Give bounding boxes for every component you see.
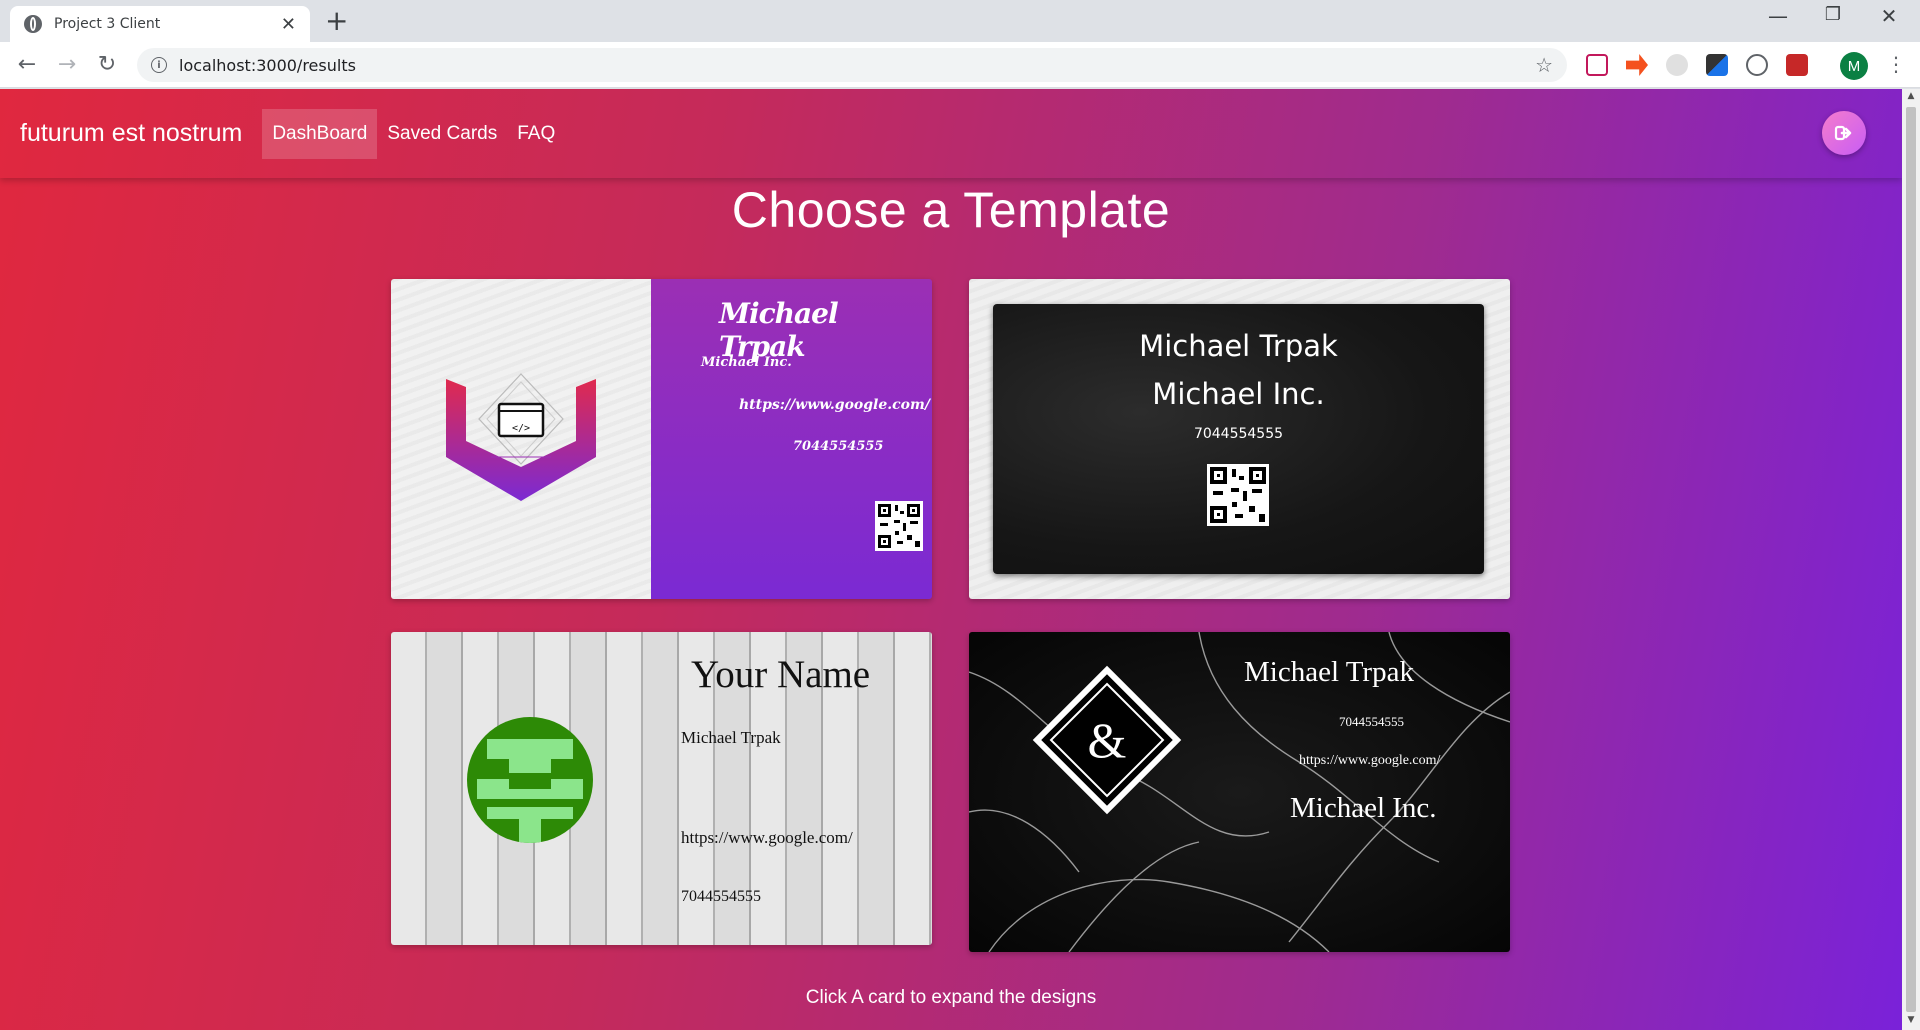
card1-logo-panel: </> bbox=[391, 279, 651, 599]
page-viewport: futurum est nostrum DashBoard Saved Card… bbox=[0, 89, 1902, 1030]
new-tab-button[interactable]: + bbox=[325, 6, 348, 36]
template-card-4[interactable]: & Michael Trpak 7044554555 https://www.g… bbox=[969, 632, 1510, 952]
tab-title: Project 3 Client bbox=[54, 16, 161, 32]
card3-name: Michael Trpak bbox=[681, 728, 781, 747]
info-icon[interactable]: i bbox=[151, 57, 167, 73]
card2-name: Michael Trpak bbox=[1139, 329, 1338, 363]
card4-monogram: & bbox=[1087, 712, 1127, 768]
card4-name: Michael Trpak bbox=[1244, 656, 1414, 688]
address-bar[interactable]: i localhost:3000/results ☆ bbox=[137, 48, 1567, 82]
minimize-button[interactable]: — bbox=[1755, 4, 1801, 28]
eyedropper-extension-icon[interactable] bbox=[1706, 54, 1728, 76]
card1-name: Michael Trpak bbox=[719, 297, 839, 363]
scroll-down-icon[interactable]: ▼ bbox=[1906, 1015, 1916, 1025]
window-close-button[interactable]: ✕ bbox=[1866, 4, 1912, 28]
card3-phone: 7044554555 bbox=[681, 888, 761, 905]
camera-extension-icon[interactable] bbox=[1666, 54, 1688, 76]
code-logo-icon: </> bbox=[446, 373, 596, 501]
template-card-3[interactable]: Your Name Michael Trpak https://www.goog… bbox=[391, 632, 932, 945]
browser-tab[interactable]: Project 3 Client ✕ bbox=[10, 6, 310, 42]
back-arrow-icon[interactable]: ← bbox=[12, 50, 42, 80]
red-extension-icon[interactable] bbox=[1786, 54, 1808, 76]
menu-kebab-icon[interactable]: ⋮ bbox=[1886, 52, 1906, 76]
card3-title: Your Name bbox=[691, 653, 871, 696]
card1-qr-code bbox=[875, 501, 923, 551]
profile-avatar[interactable]: M bbox=[1840, 52, 1868, 80]
template-card-2[interactable]: Michael Trpak Michael Inc. 7044554555 bbox=[969, 279, 1510, 599]
card1-info-panel: Michael Trpak Michael Inc. https://www.g… bbox=[651, 279, 932, 599]
card1-url: https://www.google.com/ bbox=[739, 397, 930, 413]
code-extension-icon[interactable] bbox=[1746, 54, 1768, 76]
card3-url: https://www.google.com/ bbox=[681, 828, 853, 847]
bookmark-star-icon[interactable]: ☆ bbox=[1535, 53, 1553, 77]
app-navbar: futurum est nostrum DashBoard Saved Card… bbox=[0, 89, 1902, 178]
sign-out-icon bbox=[1834, 125, 1852, 141]
brand-title[interactable]: futurum est nostrum bbox=[20, 119, 242, 148]
card1-phone: 7044554555 bbox=[793, 439, 884, 454]
nav-dashboard[interactable]: DashBoard bbox=[262, 108, 378, 159]
scroll-thumb[interactable] bbox=[1906, 107, 1916, 1012]
template-card-1[interactable]: </> Michael Trpak Michael Inc. https://w… bbox=[391, 279, 932, 599]
nav-saved-cards[interactable]: Saved Cards bbox=[377, 109, 507, 159]
pixel-avatar-icon bbox=[467, 717, 593, 843]
card2-qr-code bbox=[1207, 464, 1269, 526]
globe-icon bbox=[24, 15, 42, 33]
card1-company: Michael Inc. bbox=[701, 355, 792, 370]
url-text[interactable]: localhost:3000/results bbox=[179, 56, 1535, 75]
logout-button[interactable] bbox=[1822, 111, 1866, 155]
reload-icon[interactable]: ↻ bbox=[92, 50, 122, 80]
expand-hint: Click A card to expand the designs bbox=[805, 987, 1097, 1008]
nav-faq[interactable]: FAQ bbox=[507, 109, 565, 159]
forward-arrow-icon[interactable]: → bbox=[52, 50, 82, 80]
card4-company: Michael Inc. bbox=[1290, 792, 1437, 824]
scroll-up-icon[interactable]: ▲ bbox=[1906, 91, 1916, 101]
page-scrollbar[interactable]: ▲ ▼ bbox=[1902, 89, 1920, 1030]
tab-close-icon[interactable]: ✕ bbox=[281, 14, 296, 35]
card4-phone: 7044554555 bbox=[1339, 714, 1404, 729]
svg-text:</>: </> bbox=[512, 423, 530, 434]
browser-tab-strip: Project 3 Client ✕ + — ❐ ✕ bbox=[0, 0, 1920, 42]
card2-company: Michael Inc. bbox=[1152, 377, 1325, 411]
page-title: Choose a Template bbox=[731, 182, 1171, 238]
card2-phone: 7044554555 bbox=[1193, 426, 1284, 442]
arrow-extension-icon[interactable] bbox=[1626, 54, 1648, 76]
card4-url: https://www.google.com/ bbox=[1299, 753, 1441, 768]
pocket-extension-icon[interactable] bbox=[1586, 54, 1608, 76]
card2-dark-panel: Michael Trpak Michael Inc. 7044554555 bbox=[993, 304, 1484, 574]
restore-button[interactable]: ❐ bbox=[1810, 4, 1856, 25]
browser-toolbar: ← → ↻ i localhost:3000/results ☆ M ⋮ bbox=[0, 42, 1920, 88]
